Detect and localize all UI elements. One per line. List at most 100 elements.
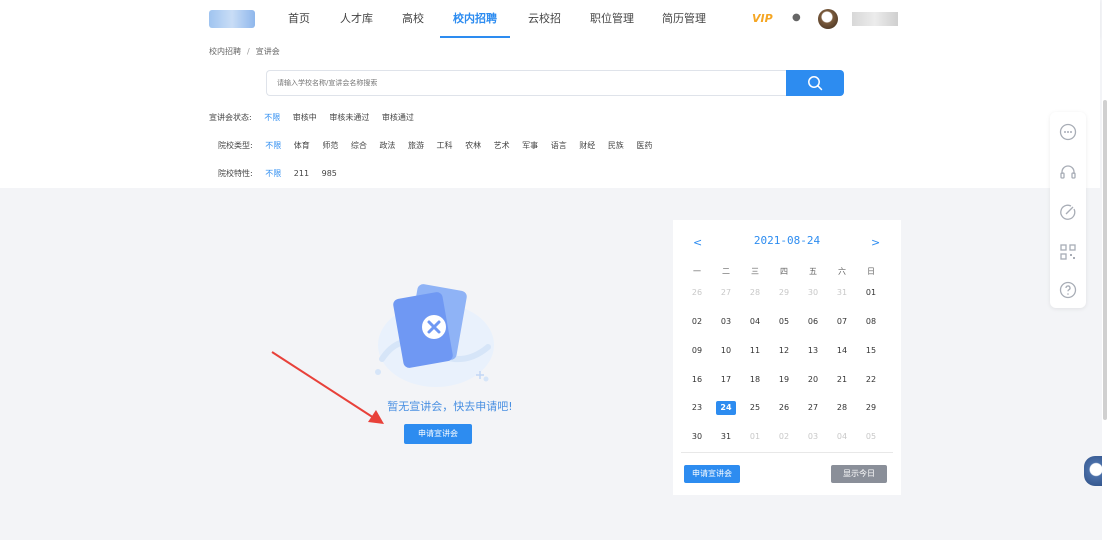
nav-item-resume-management[interactable]: 简历管理 xyxy=(662,0,706,38)
filter-status-option[interactable]: 审核通过 xyxy=(382,113,414,122)
help-icon[interactable] xyxy=(1058,280,1078,300)
breadcrumb: 校内招聘 / 宣讲会 xyxy=(209,46,280,57)
filter-panel: 校内招聘 / 宣讲会 宣讲会状态: 不限 审核中 审核未通过 审核通过 院校类型: … xyxy=(0,38,1100,188)
nav-item-home[interactable]: 首页 xyxy=(288,0,310,38)
filter-school-type-option[interactable]: 师范 xyxy=(322,141,338,150)
calendar-day[interactable]: 05 xyxy=(861,430,881,444)
filter-school-type-option[interactable]: 体育 xyxy=(294,141,310,150)
chat-icon[interactable] xyxy=(1058,122,1078,142)
apply-presentation-button[interactable]: 申请宣讲会 xyxy=(404,424,472,444)
filter-school-type-option[interactable]: 艺术 xyxy=(494,141,510,150)
headset-icon[interactable] xyxy=(1058,162,1078,182)
calendar-day[interactable]: 01 xyxy=(745,430,765,444)
scrollbar-thumb[interactable] xyxy=(1103,100,1107,420)
calendar-week-row: 09 10 11 12 13 14 15 xyxy=(687,344,887,358)
username-redacted[interactable] xyxy=(852,12,898,26)
calendar-day[interactable]: 30 xyxy=(687,430,707,444)
calendar-week-row: 26 27 28 29 30 31 01 xyxy=(687,286,887,300)
calendar-day[interactable]: 31 xyxy=(832,286,852,300)
calendar-day[interactable]: 12 xyxy=(774,344,794,358)
calendar-day[interactable]: 23 xyxy=(687,401,707,415)
filter-status-option[interactable]: 不限 xyxy=(264,113,280,122)
filter-status-option[interactable]: 审核未通过 xyxy=(329,113,369,122)
calendar-day[interactable]: 03 xyxy=(716,315,736,329)
calendar-day[interactable]: 08 xyxy=(861,315,881,329)
calendar-day[interactable]: 25 xyxy=(745,401,765,415)
calendar-day[interactable]: 06 xyxy=(803,315,823,329)
calendar-day[interactable]: 29 xyxy=(861,401,881,415)
calendar-day[interactable]: 02 xyxy=(687,315,707,329)
calendar-day[interactable]: 13 xyxy=(803,344,823,358)
calendar-day[interactable]: 09 xyxy=(687,344,707,358)
filter-school-type: 院校类型: 不限 体育 师范 综合 政法 旅游 工科 农林 艺术 军事 语言 财… xyxy=(218,140,662,151)
calendar-day[interactable]: 01 xyxy=(861,286,881,300)
calendar-day[interactable]: 04 xyxy=(832,430,852,444)
calendar-day[interactable]: 24 xyxy=(716,401,736,415)
calendar-day[interactable]: 21 xyxy=(832,373,852,387)
filter-school-type-option[interactable]: 财经 xyxy=(579,141,595,150)
calendar-day[interactable]: 22 xyxy=(861,373,881,387)
filter-school-type-option[interactable]: 旅游 xyxy=(408,141,424,150)
search-button[interactable] xyxy=(786,70,844,96)
filter-school-type-option[interactable]: 医药 xyxy=(636,141,652,150)
calendar-day[interactable]: 18 xyxy=(745,373,765,387)
vip-badge[interactable]: VIP xyxy=(752,12,773,25)
calendar-day[interactable]: 28 xyxy=(745,286,765,300)
filter-school-feature-option[interactable]: 不限 xyxy=(265,169,281,178)
filter-status-option[interactable]: 审核中 xyxy=(293,113,317,122)
filter-status-label: 宣讲会状态: xyxy=(209,113,252,122)
nav-item-campus-recruitment[interactable]: 校内招聘 xyxy=(440,0,510,38)
filter-school-type-option[interactable]: 语言 xyxy=(551,141,567,150)
calendar-weekday: 三 xyxy=(751,267,759,276)
calendar-day[interactable]: 26 xyxy=(774,401,794,415)
nav-item-talent-pool[interactable]: 人才库 xyxy=(340,0,373,38)
calendar-day[interactable]: 16 xyxy=(687,373,707,387)
calendar-weekday: 四 xyxy=(780,267,788,276)
calendar-day[interactable]: 26 xyxy=(687,286,707,300)
annotation-arrow xyxy=(271,351,384,424)
filter-school-feature-option[interactable]: 211 xyxy=(294,169,309,178)
calendar-day[interactable]: 29 xyxy=(774,286,794,300)
calendar-day[interactable]: 27 xyxy=(803,401,823,415)
search-icon xyxy=(808,76,823,91)
calendar-day[interactable]: 11 xyxy=(745,344,765,358)
calendar-day[interactable]: 02 xyxy=(774,430,794,444)
bell-icon[interactable]: ● xyxy=(792,12,801,23)
filter-school-feature-label: 院校特性: xyxy=(218,169,253,178)
calendar-day[interactable]: 27 xyxy=(716,286,736,300)
calendar-day[interactable]: 30 xyxy=(803,286,823,300)
calendar-day[interactable]: 20 xyxy=(803,373,823,387)
calendar-next-button[interactable]: > xyxy=(871,236,880,249)
calendar-day[interactable]: 05 xyxy=(774,315,794,329)
filter-school-type-option[interactable]: 综合 xyxy=(351,141,367,150)
filter-school-feature-option[interactable]: 985 xyxy=(322,169,337,178)
calendar-week-row: 02 03 04 05 06 07 08 xyxy=(687,315,887,329)
qrcode-icon[interactable] xyxy=(1058,242,1078,262)
calendar-day[interactable]: 07 xyxy=(832,315,852,329)
filter-school-type-option[interactable]: 农林 xyxy=(465,141,481,150)
avatar[interactable] xyxy=(818,9,838,29)
calendar-apply-button[interactable]: 申请宣讲会 xyxy=(684,465,740,483)
filter-school-type-option[interactable]: 民族 xyxy=(608,141,624,150)
calendar-day[interactable]: 15 xyxy=(861,344,881,358)
brand-logo[interactable] xyxy=(209,10,255,28)
calendar-day[interactable]: 28 xyxy=(832,401,852,415)
calendar-day[interactable]: 10 xyxy=(716,344,736,358)
show-today-button[interactable]: 显示今日 xyxy=(831,465,887,483)
filter-school-type-option[interactable]: 工科 xyxy=(437,141,453,150)
calendar-day[interactable]: 03 xyxy=(803,430,823,444)
filter-school-type-option[interactable]: 不限 xyxy=(265,141,281,150)
calendar-day[interactable]: 17 xyxy=(716,373,736,387)
filter-school-type-option[interactable]: 军事 xyxy=(522,141,538,150)
breadcrumb-campus-recruitment[interactable]: 校内招聘 xyxy=(209,47,241,56)
calendar-day[interactable]: 14 xyxy=(832,344,852,358)
calendar-day[interactable]: 31 xyxy=(716,430,736,444)
nav-item-universities[interactable]: 高校 xyxy=(402,0,424,38)
feedback-icon[interactable] xyxy=(1058,202,1078,222)
nav-item-job-management[interactable]: 职位管理 xyxy=(590,0,634,38)
filter-school-type-option[interactable]: 政法 xyxy=(379,141,395,150)
calendar-day[interactable]: 04 xyxy=(745,315,765,329)
calendar-day[interactable]: 19 xyxy=(774,373,794,387)
search-input[interactable] xyxy=(266,70,788,96)
nav-item-cloud-recruitment[interactable]: 云校招 xyxy=(528,0,561,38)
